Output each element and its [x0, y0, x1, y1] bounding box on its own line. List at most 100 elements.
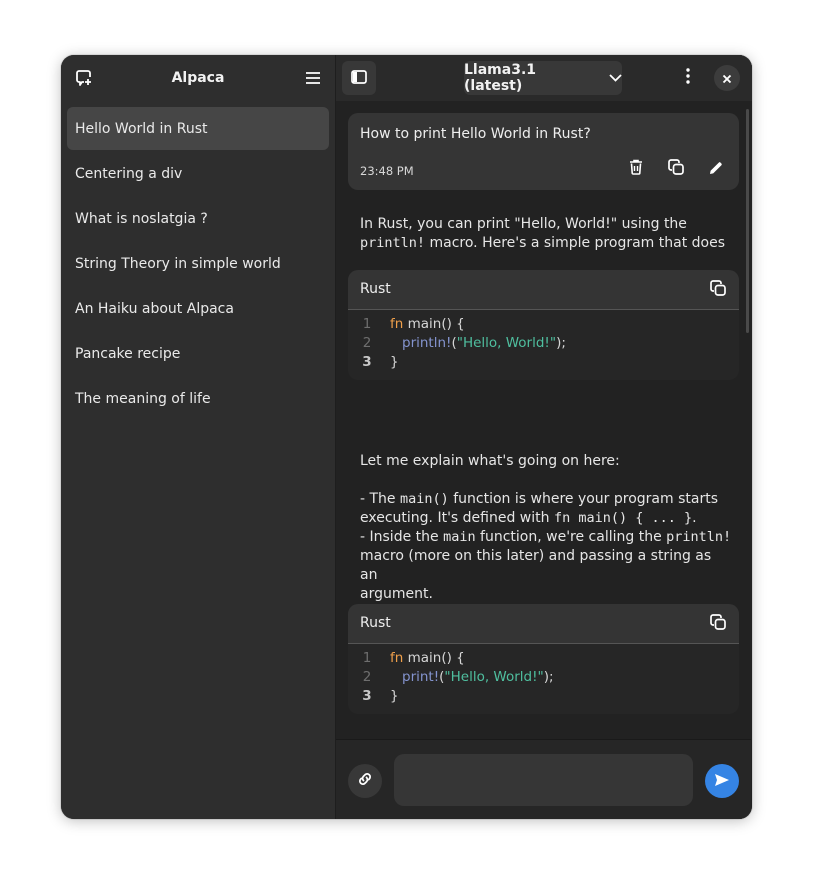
- inline-code: main: [443, 529, 476, 545]
- more-options-button[interactable]: [674, 64, 702, 92]
- line-number: 3: [362, 688, 372, 704]
- bot-text: function, we're calling the: [475, 529, 667, 545]
- new-chat-button[interactable]: [70, 64, 98, 92]
- macro-token: println!: [402, 335, 452, 351]
- main-pane: Llama3.1 (latest) How to print Hello Wor…: [336, 55, 752, 819]
- chat-item[interactable]: The meaning of life: [67, 377, 329, 420]
- message-composer: [336, 739, 751, 819]
- bot-text-line: - The main() function is where your prog…: [360, 490, 732, 509]
- code-line: 2 print!("Hello, World!");: [348, 669, 739, 688]
- bot-message-paragraph: In Rust, you can print "Hello, World!" u…: [360, 215, 732, 253]
- code-line: 1 fn main() {: [348, 650, 739, 669]
- keyword-token: fn: [390, 650, 404, 666]
- conversation-view[interactable]: How to print Hello World in Rust? 23:48 …: [336, 101, 751, 739]
- new-chat-icon: [75, 69, 93, 87]
- code-body[interactable]: 1 fn main() { 2 println!("Hello, World!"…: [348, 310, 739, 373]
- bot-text-line: executing. It's defined with fn main() {…: [360, 509, 732, 528]
- user-message: How to print Hello World in Rust? 23:48 …: [348, 113, 739, 190]
- user-message-text: How to print Hello World in Rust?: [360, 126, 591, 142]
- line-number: 1: [362, 650, 372, 666]
- code-text: }: [390, 354, 399, 370]
- code-text: println!("Hello, World!");: [402, 335, 566, 351]
- copy-icon: [710, 280, 726, 300]
- bot-text-line: - Inside the main function, we're callin…: [360, 528, 732, 547]
- code-block: Rust 1 fn main() { 2 println!("Hello, Wo…: [348, 270, 739, 380]
- bot-text: - The: [360, 491, 400, 507]
- chat-item[interactable]: Pancake recipe: [67, 332, 329, 375]
- bot-text-line: Let me explain what's going on here:: [360, 453, 620, 469]
- copy-icon: [710, 614, 726, 634]
- code-token: main() {: [403, 316, 465, 332]
- bot-text-line: argument.: [360, 586, 433, 602]
- toggle-sidebar-button[interactable]: [342, 61, 376, 95]
- attach-button[interactable]: [348, 764, 382, 798]
- chat-item[interactable]: What is noslatgia ?: [67, 197, 329, 240]
- string-token: "Hello, World!": [444, 669, 544, 685]
- code-line: 3 }: [348, 688, 739, 707]
- inline-code: fn main() { ... }: [553, 510, 693, 526]
- code-line: 1 fn main() {: [348, 316, 739, 335]
- app-title: Alpaca: [171, 70, 225, 86]
- bot-text: .: [692, 510, 697, 526]
- chevron-down-icon: [609, 70, 622, 86]
- code-token: );: [556, 335, 566, 351]
- copy-message-button[interactable]: [664, 157, 688, 181]
- code-text: fn main() {: [390, 650, 465, 666]
- keyword-token: fn: [390, 316, 404, 332]
- close-window-button[interactable]: [714, 65, 740, 91]
- message-input[interactable]: [394, 754, 693, 806]
- line-number: 2: [362, 335, 372, 351]
- chat-list: Hello World in Rust Centering a div What…: [61, 101, 335, 420]
- code-block-header: Rust: [348, 270, 739, 310]
- chat-item-label: Hello World in Rust: [75, 120, 208, 137]
- send-button[interactable]: [705, 764, 739, 798]
- kebab-menu-icon: [686, 68, 690, 88]
- code-language-label: Rust: [360, 281, 391, 297]
- chat-item[interactable]: String Theory in simple world: [67, 242, 329, 285]
- chat-item-label: String Theory in simple world: [75, 255, 281, 272]
- code-line: 2 println!("Hello, World!");: [348, 335, 739, 354]
- code-language-label: Rust: [360, 615, 391, 631]
- line-number: 2: [362, 669, 372, 685]
- string-token: "Hello, World!": [456, 335, 557, 351]
- sidebar-header: Alpaca: [61, 55, 335, 101]
- send-icon: [714, 772, 730, 791]
- edit-message-button[interactable]: [704, 157, 728, 181]
- model-selector[interactable]: Llama3.1 (latest): [464, 61, 622, 95]
- bot-text-line: In Rust, you can print "Hello, World!" u…: [360, 216, 687, 232]
- code-text: fn main() {: [390, 316, 465, 332]
- chat-item[interactable]: Centering a div: [67, 152, 329, 195]
- copy-icon: [668, 159, 684, 179]
- code-token: );: [543, 669, 554, 685]
- delete-message-button[interactable]: [624, 157, 648, 181]
- bot-text-line: println! macro. Here's a simple program …: [360, 234, 732, 253]
- inline-code: main(): [400, 491, 449, 507]
- pencil-icon: [709, 160, 723, 179]
- main-menu-button[interactable]: [299, 64, 327, 92]
- main-header: Llama3.1 (latest): [336, 55, 752, 101]
- app-window: Alpaca Hello World in Rust Centering a d…: [61, 55, 752, 819]
- inline-code: println!: [360, 235, 426, 251]
- code-block: Rust 1 fn main() { 2 print!("Hello, Worl…: [348, 604, 739, 714]
- bot-text: - Inside the: [360, 529, 444, 545]
- code-token: main() {: [403, 650, 465, 666]
- conversation-scrollbar[interactable]: [746, 109, 749, 333]
- line-number: 3: [362, 354, 372, 370]
- code-block-header: Rust: [348, 604, 739, 644]
- code-line: 3 }: [348, 354, 739, 373]
- bot-text: function is where your program starts: [448, 491, 718, 507]
- bot-text: macro. Here's a simple program that does: [425, 235, 725, 251]
- model-selector-label: Llama3.1 (latest): [464, 62, 537, 94]
- chat-item-label: Pancake recipe: [75, 345, 181, 362]
- chat-item-label: Centering a div: [75, 165, 183, 182]
- chat-item[interactable]: Hello World in Rust: [67, 107, 329, 150]
- bot-text-line: macro (more on this later) and passing a…: [360, 548, 712, 583]
- chat-item[interactable]: An Haiku about Alpaca: [67, 287, 329, 330]
- close-icon: [722, 69, 732, 88]
- copy-code-button[interactable]: [707, 613, 729, 635]
- line-number: 1: [362, 316, 372, 332]
- code-text: print!("Hello, World!");: [402, 669, 554, 685]
- copy-code-button[interactable]: [707, 279, 729, 301]
- code-body[interactable]: 1 fn main() { 2 print!("Hello, World!");…: [348, 644, 739, 707]
- link-icon: [357, 771, 373, 791]
